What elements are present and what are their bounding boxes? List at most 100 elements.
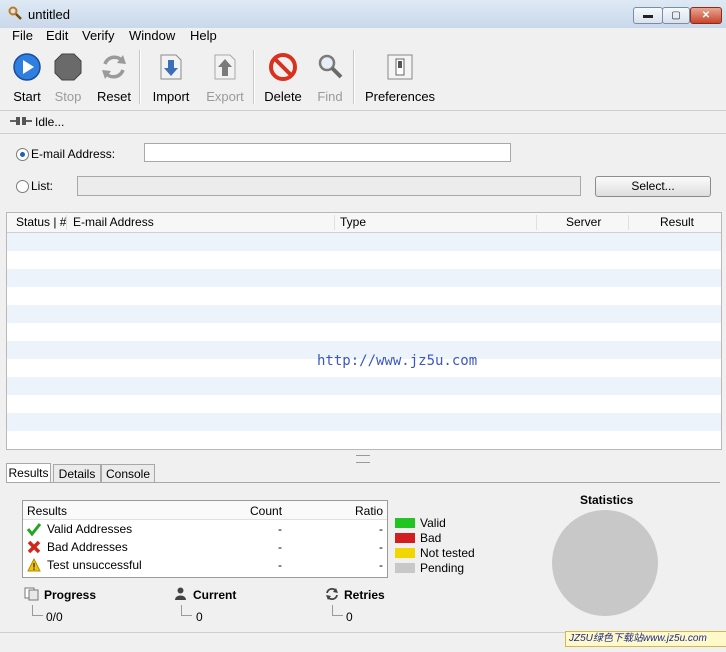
tree-connector bbox=[181, 605, 192, 616]
x-icon bbox=[27, 540, 41, 554]
column-status[interactable]: Status | # bbox=[16, 215, 66, 229]
list-radio[interactable] bbox=[16, 180, 29, 193]
retries-value: 0 bbox=[346, 610, 353, 624]
magnifier-icon bbox=[318, 54, 343, 79]
legend-label-not-tested: Not tested bbox=[420, 546, 475, 560]
reset-label: Reset bbox=[97, 89, 131, 104]
select-button[interactable]: Select... bbox=[595, 176, 711, 197]
toolbar-separator bbox=[353, 50, 355, 104]
results-column-label: Results bbox=[27, 504, 68, 518]
results-ratio: - bbox=[379, 558, 383, 572]
results-column-ratio: Ratio bbox=[355, 504, 384, 518]
tab-console[interactable]: Console bbox=[101, 464, 155, 483]
table-row bbox=[7, 305, 721, 323]
results-row-unsuccessful: Test unsuccessful - - bbox=[23, 557, 387, 575]
import-button[interactable]: Import bbox=[148, 52, 194, 104]
email-field[interactable] bbox=[144, 143, 511, 162]
retries-label: Retries bbox=[344, 588, 385, 602]
menu-help[interactable]: Help bbox=[190, 28, 217, 43]
table-row bbox=[7, 413, 721, 431]
connection-icon bbox=[10, 117, 32, 125]
start-button[interactable]: Start bbox=[8, 52, 46, 104]
export-button[interactable]: Export bbox=[202, 52, 248, 104]
menu-bar: File Edit Verify Window Help bbox=[0, 28, 726, 46]
find-button[interactable]: Find bbox=[314, 52, 346, 104]
close-button[interactable]: ✕ bbox=[690, 7, 722, 24]
start-label: Start bbox=[13, 89, 41, 104]
status-bar: Idle... bbox=[0, 110, 726, 134]
toolbar-separator bbox=[139, 50, 141, 104]
legend-swatch-valid bbox=[395, 518, 415, 528]
results-summary: Results Count Ratio Valid Addresses - - … bbox=[22, 500, 388, 578]
menu-window[interactable]: Window bbox=[129, 28, 175, 43]
table-row bbox=[7, 395, 721, 413]
results-label: Valid Addresses bbox=[47, 522, 133, 536]
column-divider bbox=[628, 215, 629, 230]
retry-icon bbox=[326, 588, 338, 600]
check-icon bbox=[27, 523, 41, 536]
maximize-button[interactable]: ▢ bbox=[662, 7, 690, 24]
column-server[interactable]: Server bbox=[566, 215, 601, 229]
email-radio[interactable] bbox=[16, 148, 29, 161]
column-type[interactable]: Type bbox=[340, 215, 366, 229]
column-result[interactable]: Result bbox=[660, 215, 694, 229]
title-bar: untitled ▬ ▢ ✕ bbox=[0, 0, 726, 29]
maximize-icon: ▢ bbox=[671, 10, 681, 21]
current-value: 0 bbox=[196, 610, 203, 624]
menu-file[interactable]: File bbox=[12, 28, 33, 43]
results-column-count: Count bbox=[250, 504, 283, 518]
current-label: Current bbox=[193, 588, 237, 602]
menu-edit[interactable]: Edit bbox=[46, 28, 68, 43]
column-email[interactable]: E-mail Address bbox=[73, 215, 154, 229]
menu-verify[interactable]: Verify bbox=[82, 28, 115, 43]
results-header: Results Count Ratio bbox=[23, 501, 387, 520]
reset-button[interactable]: Reset bbox=[94, 52, 134, 104]
results-table[interactable]: Status | # E-mail Address Type Server Re… bbox=[6, 212, 722, 450]
import-label: Import bbox=[152, 89, 190, 104]
column-divider bbox=[536, 215, 537, 230]
preferences-button[interactable]: Preferences bbox=[362, 52, 438, 104]
column-divider bbox=[334, 215, 335, 230]
table-row bbox=[7, 251, 721, 269]
delete-label: Delete bbox=[264, 89, 302, 104]
legend-label-valid: Valid bbox=[420, 516, 446, 530]
import-icon bbox=[160, 54, 182, 80]
tree-connector bbox=[332, 605, 343, 616]
stop-label: Stop bbox=[54, 89, 82, 104]
statistics-pie bbox=[552, 510, 658, 616]
minimize-icon: ▬ bbox=[643, 10, 653, 21]
statistics-title: Statistics bbox=[580, 493, 634, 507]
email-label: E-mail Address: bbox=[31, 147, 116, 161]
tab-details[interactable]: Details bbox=[53, 464, 101, 483]
results-row-valid: Valid Addresses - - bbox=[23, 521, 387, 539]
close-icon: ✕ bbox=[701, 10, 711, 21]
list-label: List: bbox=[31, 179, 54, 193]
stop-icon bbox=[54, 53, 82, 81]
splitter-handle[interactable] bbox=[356, 455, 370, 463]
delete-button[interactable]: Delete bbox=[262, 52, 304, 104]
list-field[interactable] bbox=[77, 176, 581, 196]
table-row bbox=[7, 323, 721, 341]
preferences-label: Preferences bbox=[364, 89, 436, 104]
tab-results[interactable]: Results bbox=[6, 463, 51, 484]
play-icon bbox=[13, 53, 41, 81]
progress-label: Progress bbox=[44, 588, 97, 602]
site-credit-badge: JZ5U绿色下载站www.jz5u.com bbox=[565, 631, 726, 647]
results-label: Bad Addresses bbox=[47, 540, 128, 554]
export-icon bbox=[214, 54, 236, 80]
table-row bbox=[7, 233, 721, 251]
results-row-bad: Bad Addresses - - bbox=[23, 539, 387, 557]
find-label: Find bbox=[317, 89, 343, 104]
results-ratio: - bbox=[379, 540, 383, 554]
table-header: Status | # E-mail Address Type Server Re… bbox=[7, 213, 721, 233]
table-row bbox=[7, 377, 721, 395]
results-count: - bbox=[278, 540, 282, 554]
results-label: Test unsuccessful bbox=[47, 558, 142, 572]
delete-icon bbox=[269, 53, 297, 81]
table-row bbox=[7, 431, 721, 449]
progress-value: 0/0 bbox=[46, 610, 63, 624]
stop-button[interactable]: Stop bbox=[50, 52, 86, 104]
warning-icon bbox=[27, 558, 41, 572]
minimize-button[interactable]: ▬ bbox=[633, 7, 663, 24]
legend-swatch-pending bbox=[395, 563, 415, 573]
